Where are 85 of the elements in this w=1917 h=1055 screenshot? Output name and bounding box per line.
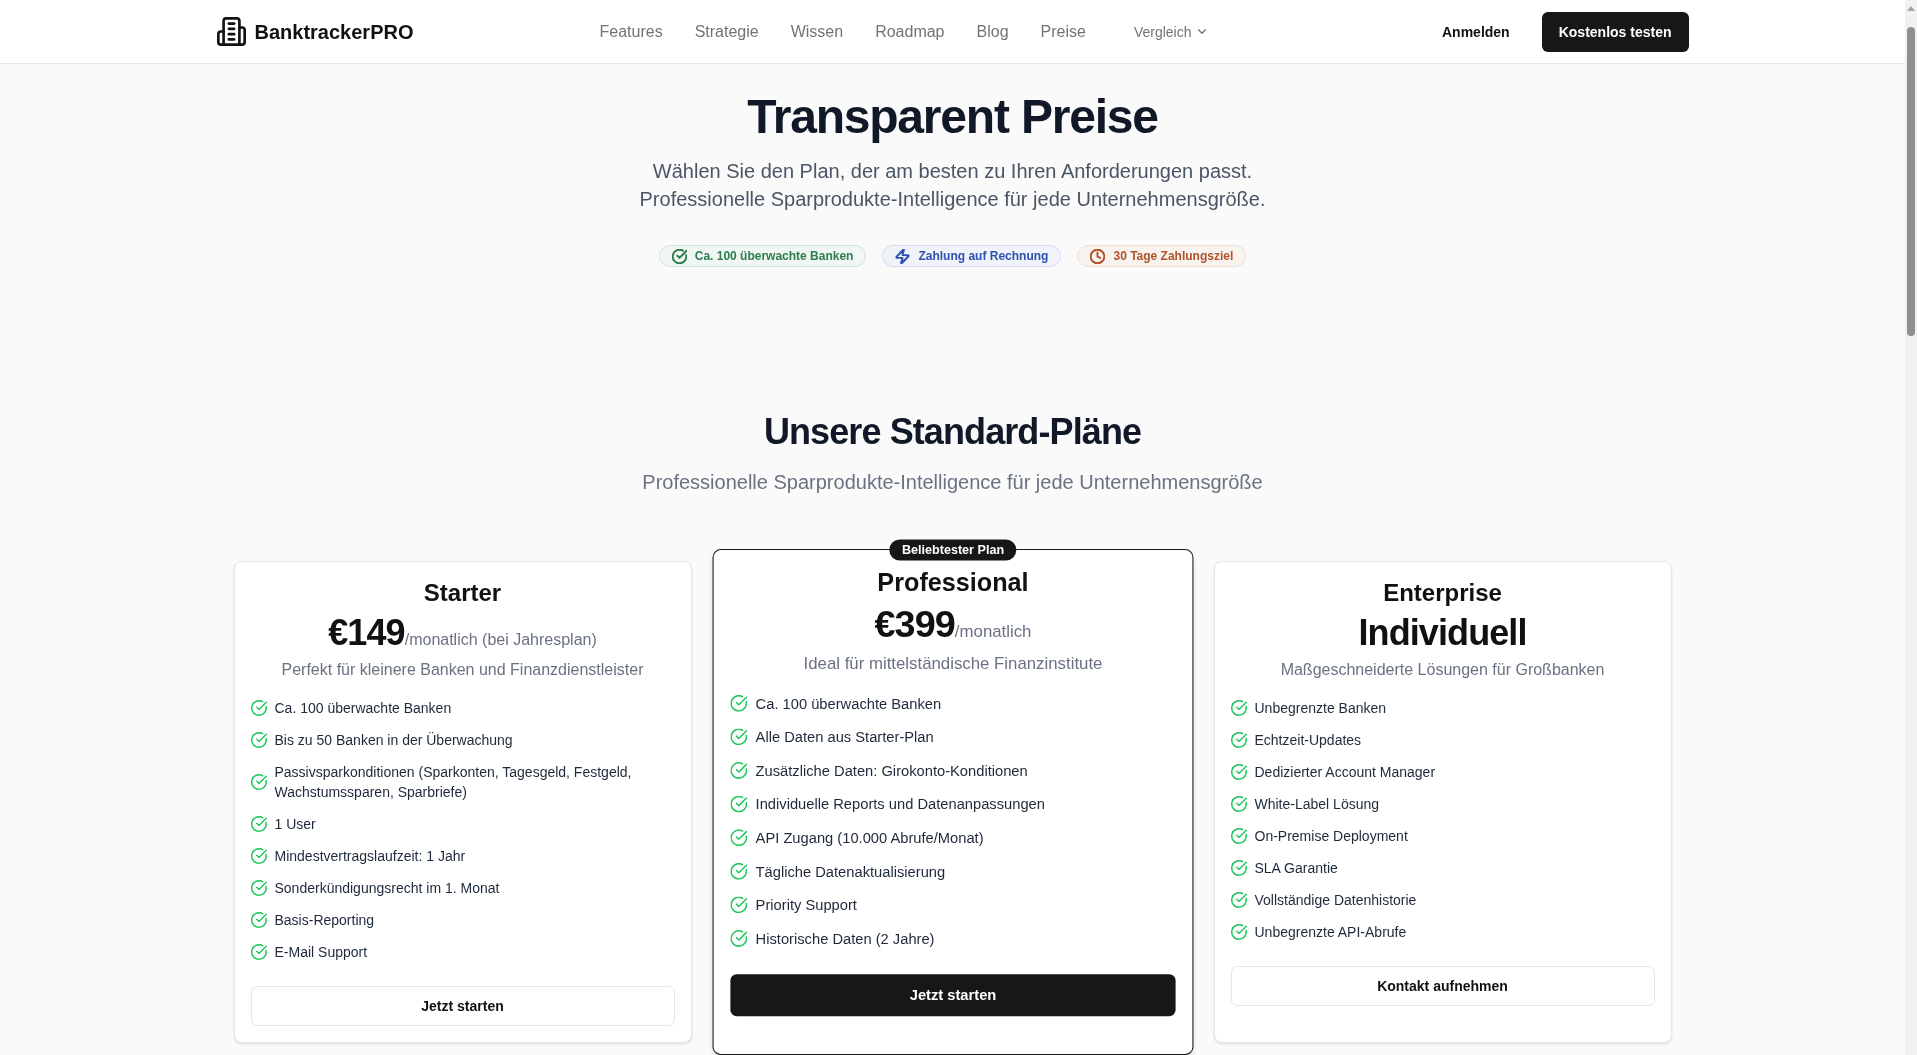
nav-link[interactable]: Strategie (694, 19, 759, 44)
feature-text: Priority Support (755, 895, 857, 916)
plan-price: €399 (874, 603, 955, 646)
feature-text: SLA Garantie (1254, 859, 1338, 878)
triangle-up-icon[interactable] (1907, 6, 1915, 11)
price-period: /monatlich (954, 622, 1031, 643)
check-circle-icon (1230, 924, 1247, 940)
check-circle-icon (1230, 700, 1247, 716)
check-circle-icon (1230, 828, 1247, 844)
plan-name: Enterprise (1382, 578, 1503, 608)
plan-button[interactable]: Jetzt starten (729, 974, 1176, 1017)
feature-text: Vollständige Datenhistorie (1254, 891, 1417, 910)
feature-text: Echtzeit-Updates (1254, 731, 1362, 750)
nav-link[interactable]: Wissen (790, 19, 844, 44)
nav-link[interactable]: Preise (1040, 19, 1086, 44)
plan-description: Ideal für mittelständische Finanzinstitute (802, 652, 1103, 674)
feature-tag: Ca. 100 überwachte Banken (658, 245, 867, 267)
feature-text: Unbegrenzte Banken (1254, 699, 1387, 718)
check-circle-icon (729, 862, 747, 880)
section-title: Unsere Standard-Pläne (763, 412, 1142, 452)
plan-description: Maßgeschneiderte Lösungen für Großbanken (1279, 660, 1606, 680)
scrollbar[interactable] (1905, 0, 1917, 1055)
page-subtitle: Wählen Sie den Plan, der am besten zu Ihren Anforderungen passt. Professionelle Sparprodukte-Intelligence für jede Unternehmensgröße. (638, 159, 1267, 212)
check-circle-icon (729, 829, 747, 847)
feature-text: Ca. 100 überwachte Banken (274, 699, 452, 718)
feature-tag: Zahlung auf Rechnung (882, 245, 1062, 267)
check-circle-icon (729, 694, 747, 712)
plan-button[interactable]: Kontakt aufnehmen (1230, 966, 1655, 1006)
nav-link[interactable]: Roadmap (875, 19, 945, 44)
check-circle-icon (1230, 892, 1247, 908)
feature-text: Individuelle Reports und Datenanpassungen (755, 794, 1045, 815)
check-circle-icon (1230, 732, 1247, 748)
popular-badge: Beliebtester Plan (888, 539, 1017, 561)
check-circle-icon (250, 816, 267, 832)
check-circle-icon (250, 700, 267, 716)
plan-name: Professional (875, 566, 1030, 599)
scrollbar-thumb[interactable] (1907, 27, 1915, 336)
check-circle-icon (1230, 764, 1247, 780)
login-button[interactable]: Anmelden (1426, 11, 1526, 52)
feature-text: Basis-Reporting (274, 911, 375, 930)
price-period: /monatlich (bei Jahresplan) (404, 631, 597, 650)
plan-name: Starter (422, 578, 503, 608)
feature-text: Dedizierter Account Manager (1254, 763, 1436, 782)
check-circle-icon (250, 912, 267, 928)
feature-text: API Zugang (10.000 Abrufe/Monat) (755, 828, 984, 849)
feature-text: Historische Daten (2 Jahre) (755, 929, 935, 949)
page-title: Transparent Preise (747, 93, 1158, 141)
check-circle-icon (729, 762, 747, 779)
check-circle-icon (250, 774, 267, 790)
check-circle-icon (729, 930, 747, 947)
check-circle-icon (250, 848, 267, 864)
nav-link[interactable]: Features (599, 19, 663, 44)
feature-text: Sonderkündigungsrecht im 1. Monat (274, 879, 500, 898)
check-circle-icon (250, 732, 267, 748)
feature-text: Ca. 100 überwachte Banken (755, 693, 941, 714)
check-circle-icon (729, 728, 747, 746)
feature-text: 1 User (274, 815, 316, 834)
check-circle-icon (729, 896, 747, 914)
nav-dropdown[interactable]: Vergleich (1117, 21, 1222, 42)
check-circle-icon (1230, 796, 1247, 812)
feature-text: E-Mail Support (274, 943, 368, 962)
feature-text: White-Label Lösung (1254, 795, 1380, 814)
feature-tag: 30 Tage Zahlungsziel (1077, 245, 1247, 267)
feature-text: Unbegrenzte API-Abrufe (1254, 923, 1407, 942)
check-circle-icon (250, 944, 267, 960)
feature-text: Mindestvertragslaufzeit: 1 Jahr (274, 847, 466, 866)
feature-text: Zusätzliche Daten: Girokonto-Konditionen (755, 761, 1028, 781)
plan-price: Individuell (1358, 613, 1527, 653)
plan-description: Perfekt für kleinere Banken und Finanzdienstleister (280, 660, 645, 680)
feature-text: Tägliche Datenaktualisierung (755, 861, 945, 882)
feature-text: On-Premise Deployment (1254, 827, 1408, 846)
chevron-down-icon (1197, 29, 1206, 34)
feature-text: Alle Daten aus Starter-Plan (755, 727, 934, 748)
building-icon (216, 17, 246, 46)
check-circle-icon (729, 795, 747, 813)
check-circle-icon (250, 880, 267, 896)
brand-logo[interactable]: BanktrackerPRO (216, 17, 414, 46)
nav-link[interactable]: Blog (976, 19, 1009, 44)
trial-button[interactable]: Kostenlos testen (1541, 11, 1689, 52)
section-subtitle: Professionelle Sparprodukte-Intelligence für jede Unternehmensgröße (642, 470, 1263, 495)
feature-text: Bis zu 50 Banken in der Überwachung (274, 731, 513, 750)
feature-text: Passivsparkonditionen (Sparkonten, Tagesgeld, Festgeld, Wachstumssparen, Sparbriefe) (274, 763, 633, 802)
plan-button[interactable]: Jetzt starten (250, 986, 675, 1026)
check-circle-icon (1230, 860, 1247, 876)
plan-price: €149 (328, 613, 405, 653)
